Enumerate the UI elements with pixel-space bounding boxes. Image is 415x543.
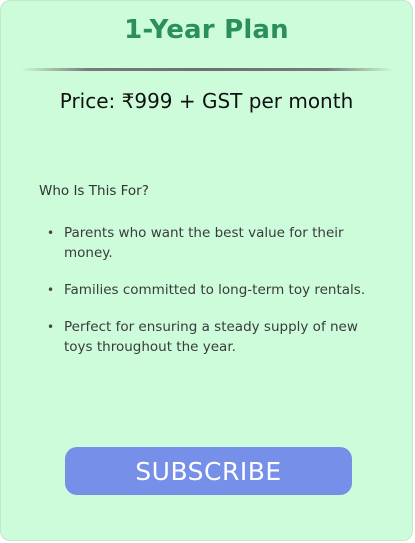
audience-list: • Parents who want the best value for th…	[45, 223, 390, 357]
bullet-icon: •	[47, 320, 55, 334]
audience-heading: Who Is This For?	[39, 183, 149, 199]
list-item: • Parents who want the best value for th…	[45, 223, 390, 263]
bullet-icon: •	[47, 283, 55, 297]
title-divider	[21, 68, 393, 71]
list-item-text: Parents who want the best value for thei…	[64, 225, 344, 261]
list-item-text: Families committed to long-term toy rent…	[64, 282, 366, 298]
plan-price: Price: ₹999 + GST per month	[59, 89, 354, 113]
list-item: • Families committed to long-term toy re…	[45, 280, 390, 300]
list-item: • Perfect for ensuring a steady supply o…	[45, 317, 390, 357]
subscribe-button[interactable]: SUBSCRIBE	[65, 447, 352, 495]
plan-title: 1-Year Plan	[124, 15, 289, 45]
bullet-icon: •	[47, 226, 55, 240]
plan-card: 1-Year Plan Price: ₹999 + GST per month …	[0, 0, 413, 541]
list-item-text: Perfect for ensuring a steady supply of …	[64, 319, 358, 355]
